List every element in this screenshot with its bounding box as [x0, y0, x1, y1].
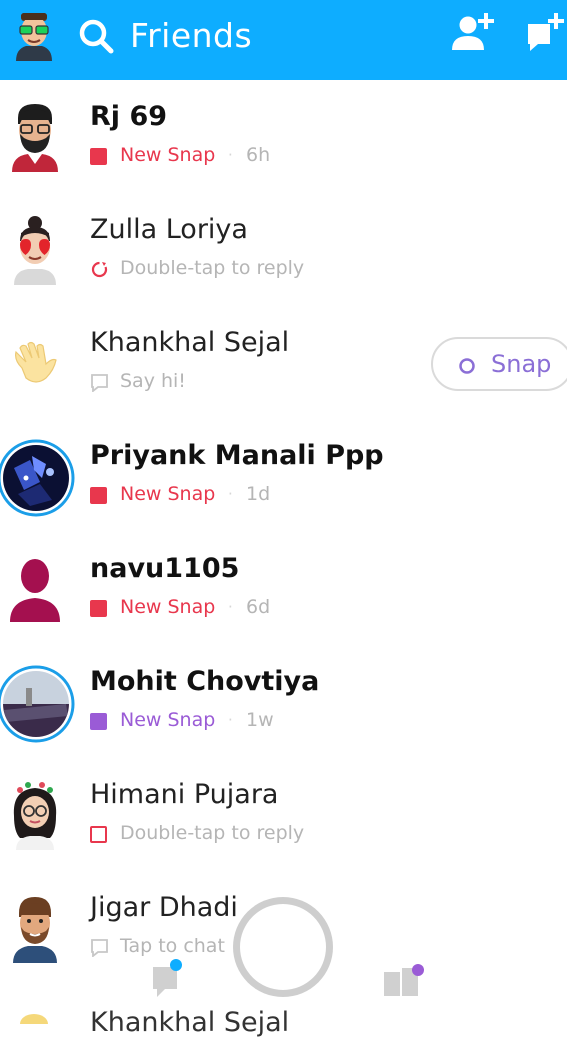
snap-button-label: Snap — [491, 350, 552, 378]
timestamp: 6d — [246, 596, 271, 618]
page-title: Friends — [130, 16, 253, 55]
status-text: New Snap — [120, 144, 216, 166]
bitmoji-avatar-icon[interactable] — [6, 98, 64, 172]
add-friend-icon[interactable] — [448, 8, 500, 54]
opened-snap-icon — [90, 826, 107, 843]
friend-row[interactable]: Himani Pujara Double-tap to reply — [0, 760, 567, 873]
friend-name: Rj 69 — [90, 101, 168, 132]
timestamp: 1d — [246, 483, 271, 505]
timestamp: 6h — [246, 144, 271, 166]
chat-icon[interactable] — [147, 955, 187, 999]
status-text: New Snap — [120, 709, 216, 731]
friend-name: navu1105 — [90, 553, 240, 584]
friend-name: Zulla Loriya — [90, 214, 248, 245]
camera-ring-icon — [459, 358, 475, 374]
friend-name: Priyank Manali Ppp — [90, 440, 384, 471]
friend-row[interactable]: navu1105 New Snap · 6d — [0, 534, 567, 647]
friend-name: Himani Pujara — [90, 779, 279, 810]
friend-row[interactable]: Priyank Manali Ppp New Snap · 1d — [0, 421, 567, 534]
friend-row[interactable]: Rj 69 New Snap · 6h — [0, 82, 567, 195]
new-snap-icon — [90, 487, 107, 504]
new-snap-icon — [90, 148, 107, 165]
timestamp: 1w — [246, 709, 274, 731]
friend-name: Mohit Chovtiya — [90, 666, 320, 697]
separator-dot-icon: · — [228, 711, 233, 729]
status-text: Double-tap to reply — [120, 257, 305, 279]
bitmoji-avatar-icon[interactable] — [12, 9, 56, 61]
search-icon[interactable] — [77, 17, 115, 55]
replay-icon — [91, 261, 108, 278]
status-text: Double-tap to reply — [120, 822, 305, 844]
friend-row[interactable]: Zulla Loriya Double-tap to reply — [0, 195, 567, 308]
chat-bubble-icon — [91, 374, 108, 392]
status-text: New Snap — [120, 596, 216, 618]
new-snap-icon — [90, 600, 107, 617]
status-text: Say hi! — [120, 370, 186, 392]
bitmoji-avatar-icon[interactable] — [6, 776, 64, 850]
snap-button[interactable]: Snap — [431, 337, 567, 391]
capture-button[interactable] — [233, 897, 333, 997]
separator-dot-icon: · — [228, 485, 233, 503]
friend-row[interactable]: Mohit Chovtiya New Snap · 1w — [0, 647, 567, 760]
story-avatar-icon[interactable] — [0, 438, 76, 518]
header-bar: Friends — [0, 0, 567, 80]
default-avatar-icon[interactable] — [6, 550, 64, 624]
story-avatar-icon[interactable] — [0, 664, 76, 744]
wave-emoji-icon[interactable] — [6, 324, 64, 398]
separator-dot-icon: · — [228, 598, 233, 616]
new-chat-icon[interactable] — [522, 10, 567, 56]
bitmoji-avatar-icon[interactable] — [6, 211, 64, 285]
friend-name: Khankhal Sejal — [90, 327, 290, 358]
separator-dot-icon: · — [228, 146, 233, 164]
stories-icon[interactable] — [380, 958, 430, 1002]
new-snap-icon — [90, 713, 107, 730]
status-text: New Snap — [120, 483, 216, 505]
